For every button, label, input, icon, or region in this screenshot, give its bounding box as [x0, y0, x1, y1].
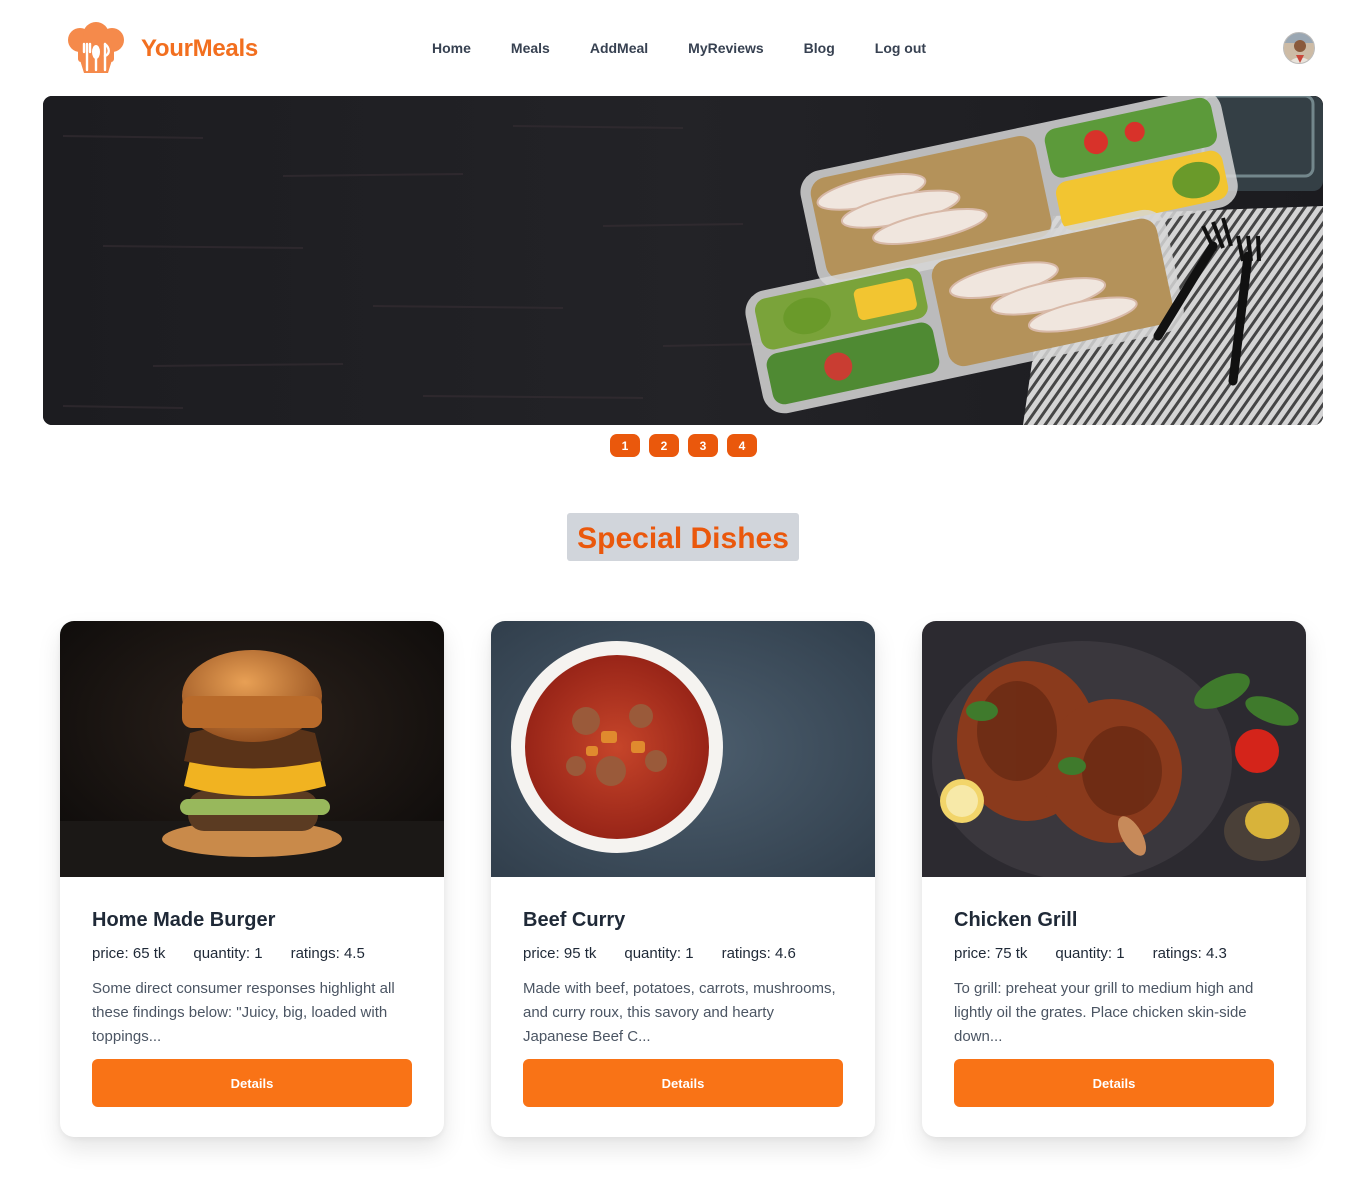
details-button[interactable]: Details — [954, 1059, 1274, 1107]
dish-card: Home Made Burger price: 65 tk quantity: … — [60, 621, 444, 1137]
dish-ratings: ratings: 4.5 — [290, 945, 365, 962]
hero-banner — [43, 96, 1323, 425]
dish-ratings: ratings: 4.6 — [721, 945, 796, 962]
burger-photo — [60, 621, 444, 877]
nav-blog-link[interactable]: Blog — [784, 40, 855, 56]
main-nav: Home Meals AddMeal MyReviews Blog Log ou… — [412, 40, 946, 56]
nav-home-link[interactable]: Home — [412, 40, 491, 56]
brand-name[interactable]: YourMeals — [141, 35, 258, 63]
chef-hat-utensils-icon[interactable] — [66, 22, 126, 74]
nav-myreviews-link[interactable]: MyReviews — [668, 40, 783, 56]
details-button[interactable]: Details — [523, 1059, 843, 1107]
slide-1-button[interactable]: 1 — [610, 434, 640, 457]
dish-meta: price: 65 tk quantity: 1 ratings: 4.5 — [92, 945, 412, 967]
dish-quantity: quantity: 1 — [624, 945, 694, 962]
beef-curry-bowl-photo — [491, 621, 875, 877]
carousel-pager: 1 2 3 4 — [610, 434, 757, 457]
dish-price: price: 95 tk — [523, 945, 597, 962]
dish-description: Some direct consumer responses highlight… — [92, 980, 395, 1045]
slide-2-button[interactable]: 2 — [649, 434, 679, 457]
nav-meals-link[interactable]: Meals — [491, 40, 570, 56]
dish-price: price: 75 tk — [954, 945, 1028, 962]
section-title: Special Dishes — [567, 513, 799, 561]
dish-meta: price: 95 tk quantity: 1 ratings: 4.6 — [523, 945, 843, 967]
nav-logout-link[interactable]: Log out — [855, 40, 946, 56]
dish-description: To grill: preheat your grill to medium h… — [954, 980, 1254, 1045]
dish-ratings: ratings: 4.3 — [1152, 945, 1227, 962]
slide-3-button[interactable]: 3 — [688, 434, 718, 457]
dish-name: Chicken Grill — [954, 909, 1078, 931]
details-button[interactable]: Details — [92, 1059, 412, 1107]
dish-description: Made with beef, potatoes, carrots, mushr… — [523, 980, 836, 1045]
dish-name: Beef Curry — [523, 909, 626, 931]
dish-name: Home Made Burger — [92, 909, 276, 931]
dish-price: price: 65 tk — [92, 945, 166, 962]
dish-quantity: quantity: 1 — [1055, 945, 1125, 962]
dish-card: Chicken Grill price: 75 tk quantity: 1 r… — [922, 621, 1306, 1137]
dish-meta: price: 75 tk quantity: 1 ratings: 4.3 — [954, 945, 1274, 967]
dish-card: Beef Curry price: 95 tk quantity: 1 rati… — [491, 621, 875, 1137]
hero-image — [43, 96, 1323, 425]
dish-quantity: quantity: 1 — [193, 945, 263, 962]
navbar: YourMeals Home Meals AddMeal MyReviews B… — [0, 0, 1348, 96]
grilled-chicken-photo — [922, 621, 1306, 877]
user-avatar[interactable] — [1283, 32, 1315, 64]
slide-4-button[interactable]: 4 — [727, 434, 757, 457]
nav-addmeal-link[interactable]: AddMeal — [570, 40, 668, 56]
